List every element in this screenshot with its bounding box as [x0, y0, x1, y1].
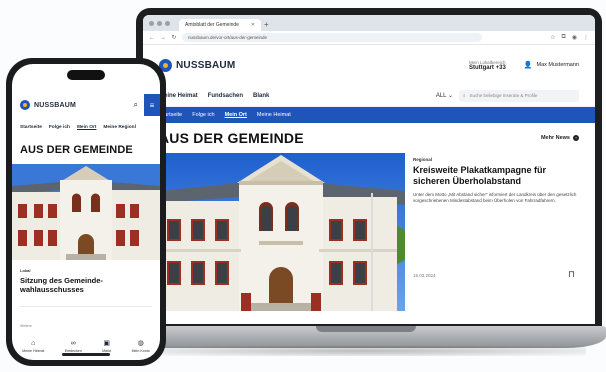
binoculars-icon: ∞ — [70, 339, 76, 347]
feature-headline[interactable]: Kreisweite Plakatkampagne für sicheren Ü… — [413, 165, 579, 187]
home-indicator[interactable] — [62, 353, 110, 356]
account-icon: ◍ — [137, 340, 144, 347]
browser-tabbar: Amtsblatt der Gemeinde ✕ + — [143, 15, 595, 31]
search-icon: ⌕ — [463, 93, 466, 98]
mobile-logo-text: NUSSBAUM — [34, 101, 77, 109]
section-header: AUS DER GEMEINDE Mehr News › — [143, 123, 595, 153]
feature-article[interactable]: Regional Kreisweite Plakatkampagne für s… — [143, 153, 595, 311]
bottom-nav-markt[interactable]: ▣ Markt — [102, 339, 111, 353]
url-field[interactable]: nussbaum.de/vor-ort/aus-der-gemeinde — [182, 33, 482, 42]
star-icon[interactable]: ☆ — [550, 34, 555, 41]
site-logo[interactable]: NUSSBAUM — [159, 58, 236, 72]
subnav-item-meine-heimat[interactable]: Meine Heimat — [257, 112, 291, 118]
bottom-nav-entdecken[interactable]: ∞ Entdecken — [65, 340, 82, 353]
feature-kicker: Regional — [413, 157, 433, 162]
logo-mark-icon — [20, 100, 30, 110]
menu-dots-icon[interactable]: ⋮ — [583, 34, 589, 41]
bookmark-icon[interactable]: ⊓ — [568, 269, 575, 280]
subnav-item-mein-ort[interactable]: Mein Ort — [225, 112, 247, 118]
bottom-nav-label: Mein Konto — [131, 349, 150, 353]
search-icon[interactable]: ⌕ — [134, 100, 138, 110]
menu-icon[interactable]: ≡ — [144, 94, 160, 116]
laptop-screen: Amtsblatt der Gemeinde ✕ + ← → ↻ nussbau… — [143, 15, 595, 324]
subnav-item-folge-ich[interactable]: Folge ich — [192, 112, 214, 118]
mobile-logo[interactable]: NUSSBAUM — [20, 100, 76, 110]
feature-text: Regional Kreisweite Plakatkampagne für s… — [413, 153, 579, 311]
nav-item-blank[interactable]: Blank — [253, 93, 269, 99]
bottom-nav-label: Meine Heimat — [22, 348, 45, 353]
mobile-more-label: Weitere — [20, 324, 32, 328]
back-icon[interactable]: ← — [149, 35, 155, 41]
more-news-label: Mehr News — [540, 135, 570, 141]
phone-screen: NUSSBAUM ⌕ ≡ Startseite Folge ich Mein O… — [12, 64, 160, 360]
bottom-nav-mein-konto[interactable]: ◍ Mein Konto — [132, 339, 150, 353]
market-icon: ▣ — [103, 340, 110, 347]
new-tab-icon[interactable]: + — [264, 19, 269, 31]
dynamic-island — [67, 70, 105, 80]
close-icon[interactable]: ✕ — [251, 22, 255, 28]
laptop-device: Amtsblatt der Gemeinde ✕ + ← → ↻ nussbau… — [126, 8, 606, 356]
site-header: NUSSBAUM Mein Lokalbereich Stuttgart +33… — [143, 45, 595, 85]
mobile-tab-folge-ich[interactable]: Folge ich — [49, 125, 70, 130]
section-title: AUS DER GEMEINDE — [159, 130, 304, 146]
mobile-section-title: AUS DER GEMEINDE — [20, 144, 133, 156]
mobile-kicker: Lokal — [20, 268, 31, 273]
browser-tab[interactable]: Amtsblatt der Gemeinde ✕ — [179, 19, 261, 31]
mobile-tab-meine-region[interactable]: Meine Regionl — [103, 125, 136, 130]
feature-teaser: Unter dem Motto „Mit Abstand sicher“ inf… — [413, 191, 577, 204]
user-menu[interactable]: 👤 Max Mustermann — [524, 61, 579, 69]
mobile-tab-startseite[interactable]: Startseite — [20, 125, 42, 130]
mobile-tabs: Startseite Folge ich Mein Ort Meine Regi… — [12, 120, 160, 134]
forward-icon[interactable]: → — [160, 35, 166, 41]
bottom-nav-label: Entdecken — [64, 348, 82, 353]
tab-title: Amtsblatt der Gemeinde — [185, 22, 239, 28]
nav-item-fundsachen[interactable]: Fundsachen — [208, 93, 243, 99]
location-value: Stuttgart +33 — [468, 64, 506, 71]
more-news-link[interactable]: Mehr News › — [541, 135, 579, 141]
phone-device: NUSSBAUM ⌕ ≡ Startseite Folge ich Mein O… — [6, 58, 166, 366]
mobile-tab-mein-ort[interactable]: Mein Ort — [77, 125, 96, 130]
mobile-town-hall-illustration — [12, 164, 160, 260]
laptop-lid: Amtsblatt der Gemeinde ✕ + ← → ↻ nussbau… — [136, 8, 602, 330]
location-selector[interactable]: Mein Lokalbereich Stuttgart +33 — [469, 60, 506, 71]
browser-addressbar: ← → ↻ nussbaum.de/vor-ort/aus-der-gemein… — [143, 31, 595, 45]
town-hall-image[interactable] — [159, 153, 405, 311]
main-nav: Meine Heimat Fundsachen Blank ALL ⌄ ⌕ Su… — [143, 85, 595, 107]
category-select[interactable]: ALL ⌄ — [436, 92, 453, 99]
feature-date: 15.03.2024 — [413, 273, 436, 278]
extensions-icon[interactable]: ⧉ — [561, 34, 565, 41]
mobile-headline[interactable]: Sitzung des Gemeinde-wahlausschusses — [20, 276, 152, 294]
mobile-header: NUSSBAUM ⌕ ≡ — [12, 92, 160, 118]
search-placeholder: Suche beliebige Inserate & Profile — [469, 93, 538, 98]
divider — [20, 306, 152, 307]
user-icon: 👤 — [523, 62, 533, 69]
reload-icon[interactable]: ↻ — [171, 34, 177, 41]
mobile-town-hall-image[interactable] — [12, 164, 160, 260]
window-controls[interactable] — [149, 15, 170, 31]
arrow-right-icon: › — [573, 135, 579, 141]
sub-nav: Startseite Folge ich Mein Ort Meine Heim… — [143, 107, 595, 123]
town-hall-illustration — [159, 153, 405, 311]
mockup-stage: Amtsblatt der Gemeinde ✕ + ← → ↻ nussbau… — [0, 0, 606, 372]
bottom-nav-meine-heimat[interactable]: ⌂ Meine Heimat — [22, 340, 44, 353]
laptop-base — [126, 326, 606, 348]
home-icon: ⌂ — [31, 339, 36, 347]
search-input[interactable]: ⌕ Suche beliebige Inserate & Profile — [459, 89, 579, 102]
profile-icon[interactable]: ◉ — [572, 34, 577, 41]
logo-text: NUSSBAUM — [176, 59, 236, 71]
user-name: Max Mustermann — [536, 62, 580, 68]
